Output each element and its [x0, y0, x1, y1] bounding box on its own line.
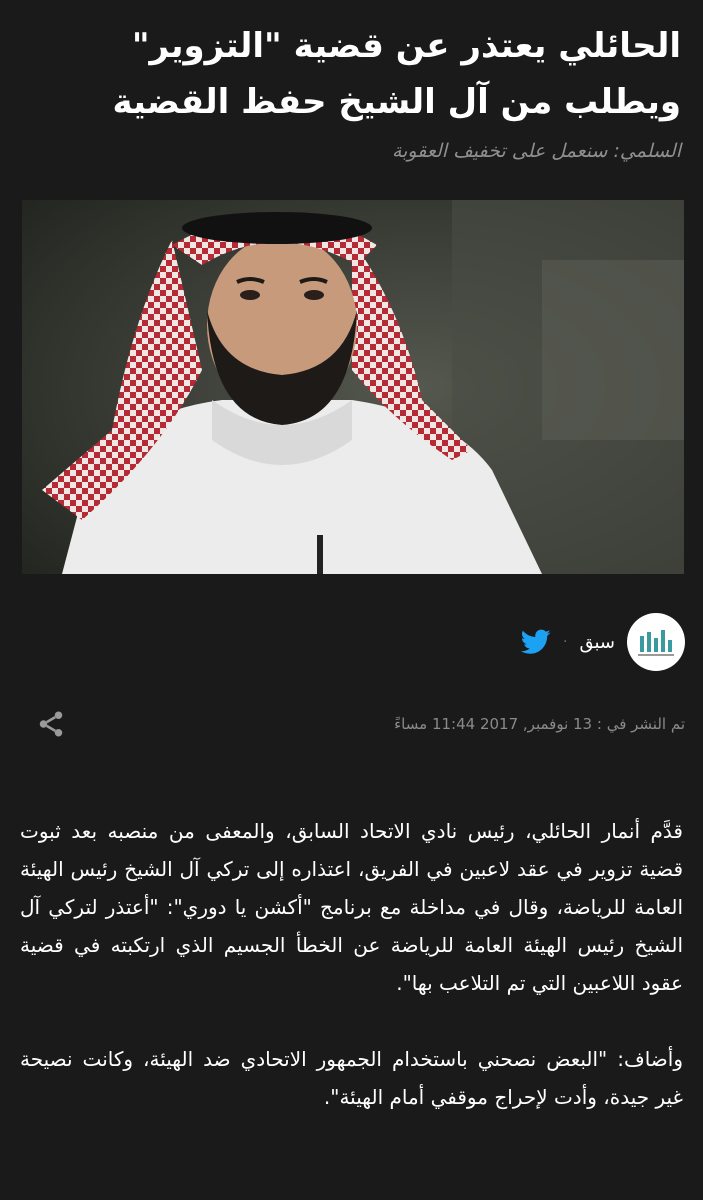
meta-row: تم النشر في : 13 نوفمبر, 2017 11:44 مساء… [36, 706, 685, 742]
article-title: الحائلي يعتذر عن قضية "التزوير" ويطلب من… [112, 26, 681, 122]
sabq-logo-icon [638, 630, 674, 656]
article-paragraph: وأضاف: "البعض نصحني باستخدام الجمهور الا… [20, 1047, 683, 1109]
person-photo [22, 200, 684, 574]
article-paragraph: قدَّم أنمار الحائلي، رئيس نادي الاتحاد ا… [20, 819, 683, 995]
source-name[interactable]: سبق [579, 632, 615, 653]
twitter-icon[interactable] [520, 629, 551, 655]
sabq-logo[interactable] [627, 613, 685, 671]
source-row: سبق · [520, 612, 685, 672]
share-icon[interactable] [36, 709, 66, 739]
article-subtitle: السلمي: سنعمل على تخفيف العقوبة [391, 140, 681, 162]
article-body: قدَّم أنمار الحائلي، رئيس نادي الاتحاد ا… [20, 812, 683, 1154]
publish-date: تم النشر في : 13 نوفمبر, 2017 11:44 مساء… [394, 715, 685, 733]
separator-dot: · [563, 634, 568, 650]
article-photo [22, 200, 684, 574]
